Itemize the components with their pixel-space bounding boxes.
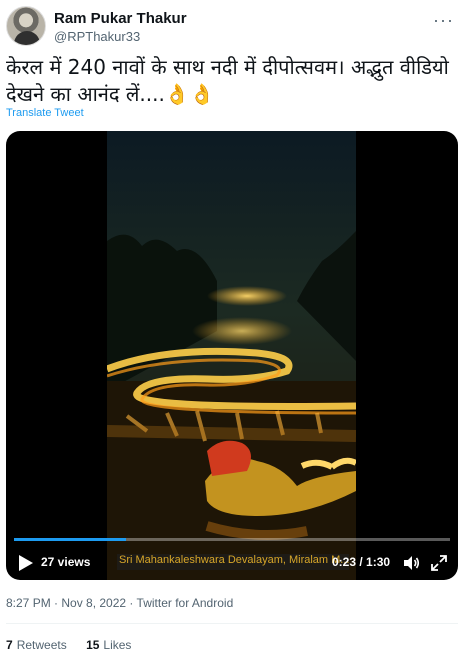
author-name[interactable]: Ram Pukar Thakur (54, 10, 187, 27)
video-frame (107, 131, 356, 580)
divider-top (6, 623, 458, 624)
video-caption: Sri Mahankaleshwara Devalayam, Miralam M… (117, 554, 349, 570)
more-icon[interactable]: ··· (433, 10, 454, 31)
tweet-client[interactable]: Twitter for Android (137, 596, 234, 610)
play-icon[interactable] (18, 554, 34, 572)
likes-label: Likes (103, 638, 132, 652)
view-count: 27 views (41, 555, 91, 569)
fullscreen-icon[interactable] (430, 554, 448, 572)
tweet-meta: 8:27 PM · Nov 8, 2022 · Twitter for Andr… (6, 596, 233, 610)
retweets-stat[interactable]: 7 Retweets (6, 638, 67, 652)
tweet-card: Ram Pukar Thakur @RPThakur33 ··· केरल मे… (0, 0, 466, 659)
retweets-count: 7 (6, 638, 13, 652)
tweet-timestamp[interactable]: 8:27 PM · Nov 8, 2022 (6, 596, 126, 610)
volume-icon[interactable] (402, 554, 420, 572)
tweet-stats: 7 Retweets 15 Likes (6, 638, 147, 652)
video-progress-bar[interactable] (14, 538, 450, 541)
meta-separator: · (126, 596, 137, 610)
tweet-text: केरल में 240 नावों के साथ नदी में दीपोत्… (6, 55, 449, 106)
tweet-header: Ram Pukar Thakur @RPThakur33 ··· (6, 6, 460, 50)
likes-count: 15 (86, 638, 100, 652)
video-time: 0:23 / 1:30 (332, 555, 391, 569)
video-controls: 27 views Sri Mahankaleshwara Devalayam, … (6, 546, 458, 580)
avatar[interactable] (6, 6, 46, 46)
author-handle[interactable]: @RPThakur33 (54, 29, 140, 44)
likes-stat[interactable]: 15 Likes (86, 638, 131, 652)
video-player[interactable]: 27 views Sri Mahankaleshwara Devalayam, … (6, 131, 458, 580)
translate-tweet-link[interactable]: Translate Tweet (6, 107, 84, 119)
retweets-label: Retweets (16, 638, 67, 652)
video-progress-fill (14, 538, 126, 541)
